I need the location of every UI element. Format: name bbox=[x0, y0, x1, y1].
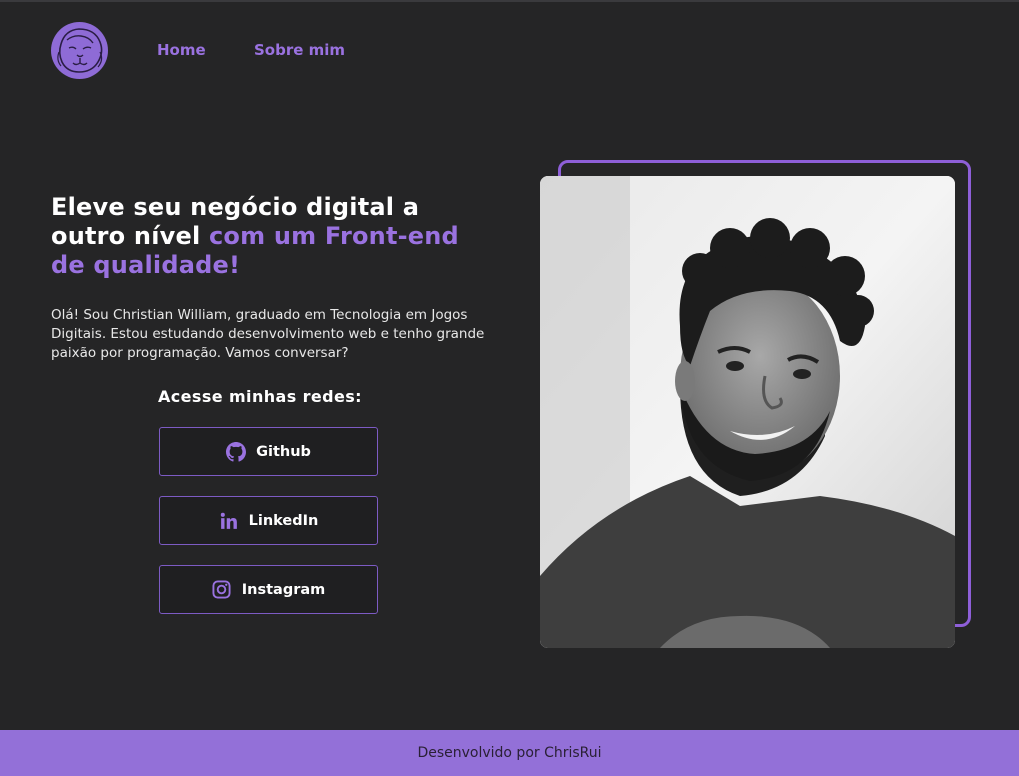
instagram-button[interactable]: Instagram bbox=[159, 565, 378, 614]
github-icon bbox=[226, 441, 247, 462]
linkedin-label: LinkedIn bbox=[248, 512, 319, 529]
top-border bbox=[0, 0, 1019, 2]
nav-about-link[interactable]: Sobre mim bbox=[254, 41, 345, 59]
instagram-label: Instagram bbox=[241, 581, 326, 598]
linkedin-button[interactable]: LinkedIn bbox=[159, 496, 378, 545]
github-button[interactable]: Github bbox=[159, 427, 378, 476]
hero-bio: Olá! Sou Christian William, graduado em … bbox=[51, 307, 485, 361]
footer-credit: Desenvolvido por ChrisRui bbox=[417, 745, 602, 761]
github-label: Github bbox=[256, 443, 311, 460]
instagram-icon bbox=[212, 580, 232, 600]
footer: Desenvolvido por ChrisRui bbox=[0, 730, 1019, 776]
profile-photo bbox=[540, 176, 955, 648]
nav-home-link[interactable]: Home bbox=[157, 41, 206, 59]
linkedin-icon bbox=[219, 511, 239, 531]
social-title: Acesse minhas redes: bbox=[158, 387, 362, 406]
lion-logo-icon[interactable] bbox=[51, 22, 108, 79]
hero-headline: Eleve seu negócio digital a outro nível … bbox=[51, 193, 491, 280]
